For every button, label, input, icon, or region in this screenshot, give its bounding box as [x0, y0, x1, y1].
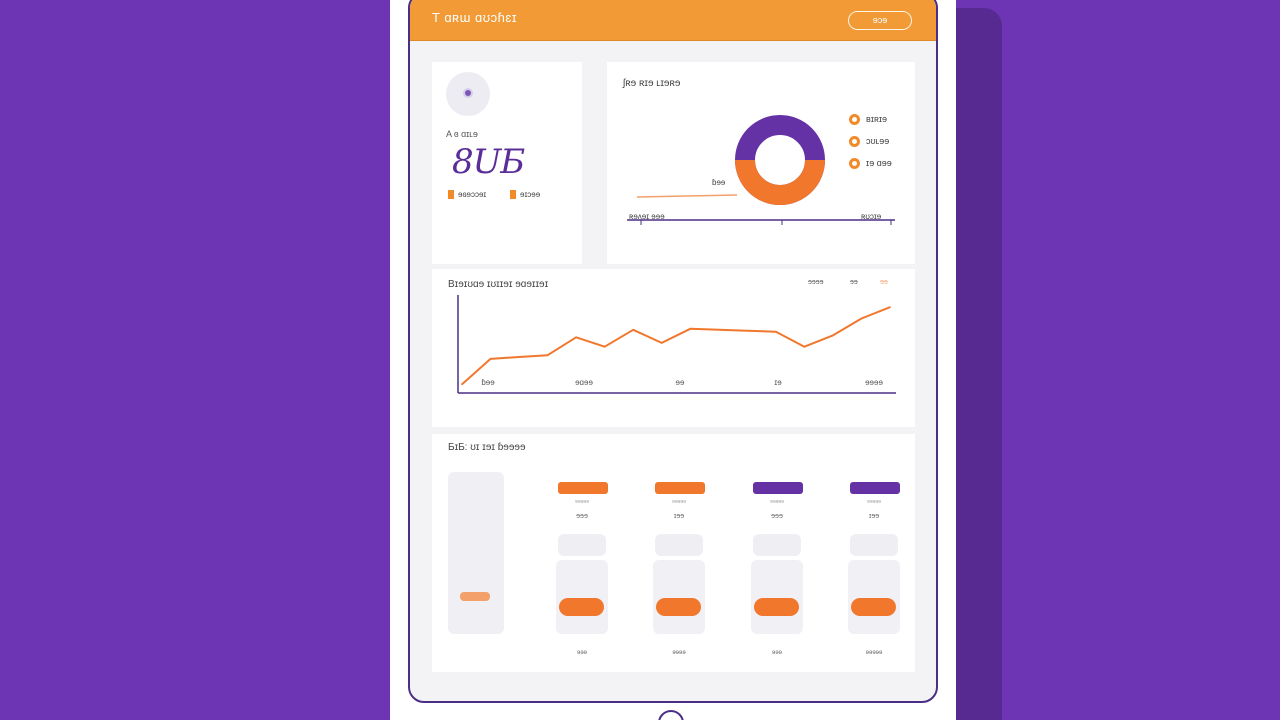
column-shade-top: [558, 534, 606, 556]
donut-slice-label: ɓɘɘ: [712, 178, 726, 187]
data-point: [832, 334, 834, 337]
column-tag: [655, 482, 705, 494]
header-button[interactable]: ɘɔɘ: [848, 11, 912, 30]
data-point: [746, 329, 749, 332]
bars-card: ƂɪƂ: ʊɪ ɪɘɪ ɓɘɘɘɘ ɘɘɘɘɘ ɘɘɘ ɘɘɘ ɘɘɘɘɘ ɪɘ…: [432, 434, 915, 672]
bar-column: ɘɘɘɘɘ ɪɘɘ ɘɘɘɘ: [653, 482, 705, 664]
donut-foot-left: ʀɘʌɘɪ ɘɘɘ: [629, 212, 665, 221]
column-label: ɪɘɘ: [673, 513, 685, 520]
profile-card: A ɞ ɑɪʟɘ 8UƂ ɘɞɘɔɔɘɪ ɘɪɔɘɘ: [432, 62, 582, 264]
device-shadow: [950, 8, 1002, 720]
app-header: T ɑʀɯ ɑʊɔɦɛɪ ɘɔɘ: [410, 0, 936, 41]
legend-item[interactable]: ʙɪʀɪɘ: [849, 108, 892, 130]
column-label: ɘɘɘ: [771, 513, 783, 520]
x-tick-label: ɘɘɘɘ: [865, 378, 883, 387]
data-point: [518, 356, 520, 358]
column-label: ɘɘɘ: [576, 513, 588, 520]
donut-slice-orange: [735, 159, 825, 205]
column-button[interactable]: [754, 598, 799, 616]
column-button[interactable]: [656, 598, 701, 616]
bar-column: ɘɘɘɘɘ ɘɘɘ ɘɘɘ: [556, 482, 608, 664]
column-foot: ɘɘɘ: [771, 650, 782, 656]
column-tiny: ɘɘɘɘɘ: [867, 499, 881, 505]
column-foot: ɘɘɘ: [576, 650, 587, 656]
column-button[interactable]: [559, 598, 604, 616]
legend-ring-icon: [849, 157, 860, 169]
tablet-device: T ɑʀɯ ɑʊɔɦɛɪ ɘɔɘ A ɞ ɑɪʟɘ 8UƂ ɘɞɘɔɔɘɪ ɘɪ…: [390, 0, 956, 720]
data-point: [461, 383, 463, 386]
data-point: [718, 329, 720, 331]
x-tick-label: ɪɘ: [774, 378, 782, 387]
legend-label: ʙɪʀɪɘ: [866, 114, 888, 124]
donut-legend: ʙɪʀɪɘ ɔʊʟɘɘ ɪɘ ɑɘɘ: [849, 108, 892, 174]
data-point: [860, 317, 863, 320]
column-foot: ɘɘɘɘ: [672, 650, 686, 656]
donut-pointer-line: [636, 194, 738, 198]
column-tiny: ɘɘɘɘɘ: [672, 499, 686, 505]
column-tag: [850, 482, 900, 494]
tablet-screen: T ɑʀɯ ɑʊɔɦɛɪ ɘɔɘ A ɞ ɑɪʟɘ 8UƂ ɘɞɘɔɔɘɪ ɘɪ…: [408, 0, 938, 703]
column-shade: [751, 560, 803, 634]
data-point: [489, 358, 492, 360]
x-tick-label: ɘɑɘɘ: [575, 378, 593, 387]
profile-sub-a: ɘɞɘɔɔɘɪ: [448, 190, 486, 199]
avatar[interactable]: [446, 72, 490, 116]
column-shade: [653, 560, 705, 634]
column-foot: ɘɘɘɘɘ: [865, 650, 883, 656]
legend-label: ɪɘ ɑɘɘ: [866, 158, 892, 168]
data-point: [775, 330, 777, 333]
line-chart-card: Bɪɘɪʊɑɘ ɪʊɪɪɘɪ ɘɑɘɪɪɘɪ ɘɘɘɘ ɘɘ ɘɘ ɓɘɘ ɘɑ…: [432, 269, 915, 427]
profile-sub-b: ɘɪɔɘɘ: [510, 190, 540, 199]
column-shade: [556, 560, 608, 634]
side-column: [448, 472, 504, 634]
data-point: [632, 329, 634, 331]
column-tag: [558, 482, 608, 494]
legend-label: ɔʊʟɘɘ: [866, 136, 890, 146]
data-point: [889, 306, 891, 308]
x-tick-label: ɓɘɘ: [481, 378, 495, 387]
donut-card: ʃʀɘ ʀɪɘ ʟɪɘʀɘ ɓɘɘ ʙɪʀɪɘ ɔʊʟɘɘ ɪɘ ɑɘɘ ʀɘʌ…: [607, 62, 915, 264]
app-title: T ɑʀɯ ɑʊɔɦɛɪ: [432, 10, 517, 25]
profile-label: A ɞ ɑɪʟɘ: [446, 129, 478, 139]
line-chart: ɓɘɘ ɘɑɘɘ ɘɘ ɪɘ ɘɘɘɘ: [457, 295, 896, 394]
data-point: [689, 328, 692, 330]
data-point: [575, 336, 577, 339]
profile-big-value: 8UƂ: [452, 142, 525, 182]
column-shade-top: [655, 534, 703, 556]
home-button[interactable]: [658, 710, 684, 720]
column-tag: [753, 482, 803, 494]
data-point: [603, 345, 606, 348]
column-button[interactable]: [851, 598, 896, 616]
data-point: [660, 342, 663, 344]
data-point: [803, 345, 806, 348]
series-line: [461, 306, 891, 386]
bar-column: ɘɘɘɘɘ ɪɘɘ ɘɘɘɘɘ: [848, 482, 900, 664]
legend-item[interactable]: ɔʊʟɘɘ: [849, 130, 892, 152]
side-pill[interactable]: [460, 592, 490, 601]
column-shade: [848, 560, 900, 634]
column-tiny: ɘɘɘɘɘ: [575, 499, 589, 505]
column-shade-top: [850, 534, 898, 556]
data-point: [546, 354, 549, 356]
legend-ring-icon: [849, 135, 860, 147]
avatar-icon: [463, 88, 473, 98]
legend-ring-icon: [849, 113, 860, 125]
bars-title: ƂɪƂ: ʊɪ ɪɘɪ ɓɘɘɘɘ: [448, 442, 526, 453]
legend-item[interactable]: ɪɘ ɑɘɘ: [849, 152, 892, 174]
donut-foot-right: ʀʊɔɪɘ: [861, 212, 882, 221]
column-tiny: ɘɘɘɘɘ: [770, 499, 784, 505]
column-label: ɪɘɘ: [868, 513, 880, 520]
bar-column: ɘɘɘɘɘ ɘɘɘ ɘɘɘ: [751, 482, 803, 664]
column-shade-top: [753, 534, 801, 556]
x-tick-label: ɘɘ: [676, 378, 685, 387]
